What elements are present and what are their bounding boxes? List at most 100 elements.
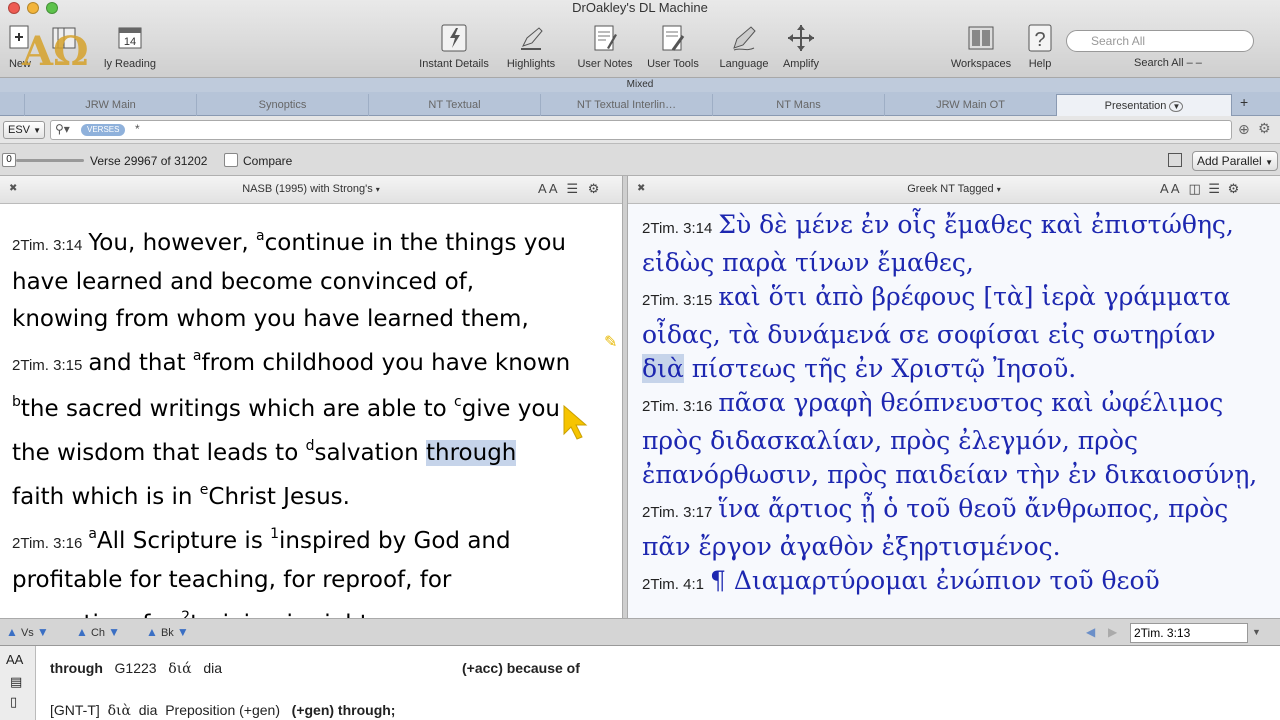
back-arrow-icon[interactable]: ◀ <box>1086 625 1095 639</box>
search-query-text: * <box>135 122 140 136</box>
down-arrow-icon[interactable]: ▼ <box>108 625 120 639</box>
highlights-button[interactable]: Highlights <box>498 22 564 72</box>
close-window-button[interactable] <box>8 2 20 14</box>
down-arrow-icon[interactable]: ▼ <box>177 625 189 639</box>
verse-text: ἵνα ἄρτιος ᾖ ὁ τοῦ θεοῦ ἄνθρωπος, πρὸς π… <box>642 494 1229 561</box>
up-arrow-icon[interactable]: ▲ <box>76 625 88 639</box>
amplify-button[interactable]: Amplify <box>776 22 826 72</box>
compare-label: Compare <box>243 154 293 168</box>
book-nav[interactable]: ▲ Bk ▼ <box>146 625 189 639</box>
footnote-marker[interactable]: a <box>256 228 265 244</box>
language-button[interactable]: Language <box>714 22 774 72</box>
verse-reference[interactable]: 2Tim. 3:15 <box>642 292 712 309</box>
tab-jrw-main[interactable]: JRW Main <box>24 94 196 116</box>
footnote-marker[interactable]: 1 <box>270 526 279 542</box>
parallel-layout-icon[interactable] <box>1168 153 1182 167</box>
verse-text: All Scripture is <box>96 528 271 554</box>
verse-text: from childhood you have known <box>201 350 571 376</box>
user-tools-button[interactable]: User Tools <box>642 22 704 72</box>
english-bible-text[interactable]: 2Tim. 3:14 You, however, acontinue in the… <box>12 218 572 618</box>
tab-presentation[interactable]: Presentation ▼ <box>1056 94 1232 116</box>
add-search-icon[interactable]: ⊕ <box>1238 121 1250 138</box>
highlighted-word[interactable]: through <box>426 440 517 466</box>
daily-reading-button[interactable]: 14 ly Reading <box>88 22 172 72</box>
tab-nt-textual[interactable]: NT Textual <box>368 94 540 116</box>
compare-checkbox[interactable] <box>224 153 238 167</box>
verse-nav[interactable]: ▲ Vs ▼ <box>6 625 49 639</box>
font-size-icon[interactable]: AA <box>6 652 23 667</box>
slider-value[interactable]: 0 <box>2 153 16 167</box>
chapter-nav[interactable]: ▲ Ch ▼ <box>76 625 120 639</box>
add-parallel-button[interactable]: Add Parallel ▼ <box>1192 151 1278 171</box>
verse-bar: 0 Verse 29967 of 31202 Compare Add Paral… <box>0 144 1280 176</box>
verse-block: 2Tim. 3:16 πᾶσα γραφὴ θεόπνευστος καὶ ὠφέ… <box>642 386 1262 492</box>
footnote-marker[interactable]: a <box>193 348 202 364</box>
forward-arrow-icon[interactable]: ▶ <box>1108 625 1117 639</box>
tab-nt-mans[interactable]: NT Mans <box>712 94 884 116</box>
calendar-icon: 14 <box>118 27 142 49</box>
chevron-down-icon[interactable]: ▼ <box>1169 101 1184 112</box>
workspaces-button[interactable]: Workspaces <box>946 22 1016 72</box>
highlighted-word[interactable]: διὰ <box>642 354 684 383</box>
tab-jrw-main-ot[interactable]: JRW Main OT <box>884 94 1056 116</box>
svg-text:14: 14 <box>124 36 136 48</box>
search-all-input[interactable]: Search All <box>1066 30 1254 52</box>
reference-menu-icon[interactable]: ▼ <box>1252 627 1261 637</box>
greek-bible-text[interactable]: 2Tim. 3:14 Σὺ δὲ μένε ἐν οἷς ἔμαθες καὶ ἐ… <box>642 208 1262 602</box>
verses-token[interactable]: VERSES <box>81 124 126 136</box>
language-pen-icon <box>733 26 756 51</box>
footnote-marker[interactable]: a <box>88 526 97 542</box>
split-view-icon[interactable]: ◫ <box>1188 181 1200 196</box>
highlighter-icon <box>521 27 543 50</box>
zoom-window-button[interactable] <box>46 2 58 14</box>
verse-reference[interactable]: 2Tim. 3:17 <box>642 504 712 521</box>
list-options-icon[interactable]: ☰ <box>566 181 578 196</box>
verse-text: ¶ Διαμαρτύρομαι ἐνώπιον τοῦ θεοῦ <box>709 566 1160 595</box>
help-button[interactable]: ? Help <box>1020 22 1060 72</box>
gear-icon[interactable]: ⚙ <box>1228 181 1240 196</box>
verse-block: 2Tim. 4:1 ¶ Διαμαρτύρομαι ἐνώπιον τοῦ θεο… <box>642 564 1262 602</box>
up-arrow-icon[interactable]: ▲ <box>6 625 18 639</box>
trash-icon[interactable]: ▯ <box>10 694 17 710</box>
tab-synoptics[interactable]: Synoptics <box>196 94 368 116</box>
verse-count: Verse 29967 of 31202 <box>90 154 208 168</box>
verse-reference[interactable]: 2Tim. 3:16 <box>642 398 712 415</box>
font-size-buttons[interactable]: A A <box>1160 181 1179 196</box>
verse-reference[interactable]: 2Tim. 3:16 <box>12 535 82 552</box>
add-tab-icon[interactable]: + <box>1240 94 1248 110</box>
verse-reference[interactable]: 2Tim. 4:1 <box>642 576 704 593</box>
search-options-gear-icon[interactable]: ⚙ <box>1258 120 1271 137</box>
verse-reference[interactable]: 2Tim. 3:14 <box>12 237 82 254</box>
list-options-icon[interactable]: ☰ <box>1208 181 1220 196</box>
font-size-buttons[interactable]: A A <box>538 181 557 196</box>
gear-icon[interactable]: ⚙ <box>588 181 600 196</box>
footnote-marker[interactable]: 2 <box>181 609 190 618</box>
footnote-marker[interactable]: c <box>454 394 462 410</box>
search-bar: ESV ▼ ⚲▾ VERSES * ⊕ ⚙ <box>0 116 1280 144</box>
main-search-input[interactable]: ⚲▾ VERSES * <box>50 120 1232 140</box>
footnote-marker[interactable]: b <box>12 394 21 410</box>
verse-slider[interactable] <box>16 159 84 162</box>
reference-input[interactable] <box>1130 623 1248 643</box>
verse-text: the sacred writings which are able to <box>20 396 454 422</box>
mouse-cursor-icon <box>563 404 588 440</box>
minimize-window-button[interactable] <box>27 2 39 14</box>
instant-details-button[interactable]: Instant Details <box>412 22 496 72</box>
info-sidebar: AA ▤ ▯ <box>0 646 36 720</box>
version-select[interactable]: ESV ▼ <box>3 121 45 139</box>
user-notes-button[interactable]: User Notes <box>574 22 636 72</box>
verse-reference[interactable]: 2Tim. 3:15 <box>12 357 82 374</box>
down-arrow-icon[interactable]: ▼ <box>37 625 49 639</box>
verse-block: 2Tim. 3:15 καὶ ὅτι ἀπὸ βρέφους [τὰ] ἱερὰ … <box>642 280 1262 386</box>
verse-reference[interactable]: 2Tim. 3:14 <box>642 220 712 237</box>
tab-nt-textual-interlinear[interactable]: NT Textual Interlin… <box>540 94 712 116</box>
left-pane-title[interactable]: NASB (1995) with Strong's ▾ <box>0 183 622 195</box>
title-toolbar: DrOakley's DL Machine New 14 ly Reading … <box>0 0 1280 78</box>
document-icon[interactable]: ▤ <box>10 674 22 690</box>
verse-text: καὶ ὅτι ἀπὸ βρέφους [τὰ] ἱερὰ γράμματα ο… <box>642 282 1231 349</box>
svg-text:?: ? <box>1034 29 1045 51</box>
verse-block: 2Tim. 3:14 You, however, acontinue in the… <box>12 218 572 338</box>
verse-text: Σὺ δὲ μένε ἐν οἷς ἔμαθες καὶ ἐπιστώθης, … <box>642 210 1234 277</box>
navigation-bar: ▲ Vs ▼ ▲ Ch ▼ ▲ Bk ▼ ◀ ▶ ▼ <box>0 618 1280 646</box>
up-arrow-icon[interactable]: ▲ <box>146 625 158 639</box>
